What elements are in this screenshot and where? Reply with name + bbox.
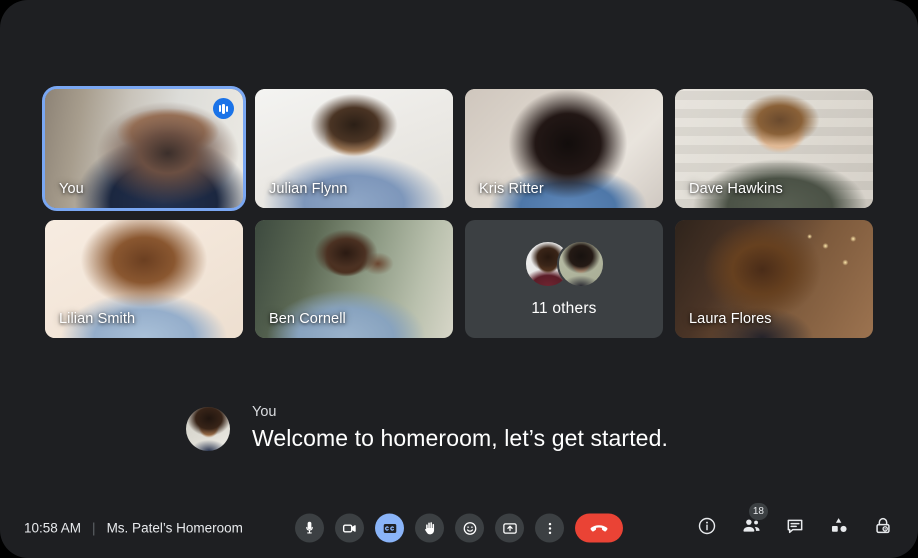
raised-hand-icon [422, 520, 438, 536]
host-controls-button[interactable] [868, 513, 898, 543]
video-tile-julian-flynn[interactable]: Julian Flynn [255, 89, 453, 208]
info-circle-icon [697, 516, 717, 541]
present-screen-icon [502, 520, 518, 536]
participant-name-label: Kris Ritter [479, 180, 544, 197]
participant-name-label: You [59, 180, 84, 197]
participant-name-label: Lilian Smith [59, 311, 136, 327]
raise-hand-button[interactable] [415, 513, 444, 543]
caption-speaker-name: You [252, 404, 277, 420]
right-toolbar: 18 [692, 503, 898, 543]
video-tile-overflow-others[interactable]: 11 others [465, 219, 663, 338]
bottom-toolbar: 10:58 AM | Ms. Patel’s Homeroom 18 [0, 498, 918, 558]
camera-button[interactable] [335, 513, 364, 543]
video-tile-laura-flores[interactable]: Laura Flores [675, 219, 873, 338]
video-tile-grid: You Julian Flynn Kris Ritter Dave Hawkin… [42, 86, 873, 338]
present-screen-button[interactable] [495, 513, 524, 543]
closed-captions-icon [382, 520, 398, 536]
activities-shapes-icon [829, 515, 850, 541]
caption-speaker-avatar [186, 407, 230, 451]
video-tile-ben-cornell[interactable]: Ben Cornell [255, 219, 453, 338]
meeting-window: You Julian Flynn Kris Ritter Dave Hawkin… [0, 0, 918, 558]
end-call-phone-icon [588, 517, 610, 539]
activities-button[interactable] [824, 513, 854, 543]
emoji-smiley-icon [462, 520, 478, 536]
participant-name-label: Dave Hawkins [689, 180, 783, 197]
meeting-info: 10:58 AM | Ms. Patel’s Homeroom [24, 521, 243, 536]
more-vertical-icon [542, 520, 558, 536]
microphone-icon [302, 521, 317, 536]
overflow-avatar-stack [523, 239, 605, 288]
more-options-button[interactable] [535, 513, 564, 543]
participants-button[interactable]: 18 [736, 503, 768, 543]
meeting-name: Ms. Patel’s Homeroom [106, 520, 243, 536]
caption-transcript: Welcome to homeroom, let’s get started. [252, 425, 668, 451]
overflow-avatar-2 [556, 239, 605, 288]
info-divider: | [92, 520, 96, 536]
live-caption: You Welcome to homeroom, let’s get start… [186, 403, 668, 453]
participants-count-badge: 18 [748, 503, 768, 520]
current-time: 10:58 AM [24, 520, 82, 536]
caption-text-block: You Welcome to homeroom, let’s get start… [252, 403, 668, 453]
chat-button[interactable] [780, 513, 810, 543]
captions-button[interactable] [375, 513, 404, 543]
participant-name-label: Julian Flynn [269, 180, 348, 197]
reactions-button[interactable] [455, 513, 484, 543]
chat-bubble-icon [785, 516, 805, 541]
meeting-details-button[interactable] [692, 513, 722, 543]
participant-name-label: Ben Cornell [269, 311, 346, 327]
overflow-count-label: 11 others [531, 299, 597, 317]
lock-host-icon [873, 516, 893, 541]
microphone-button[interactable] [295, 513, 324, 543]
video-tile-kris-ritter[interactable]: Kris Ritter [465, 89, 663, 208]
video-tile-lilian-smith[interactable]: Lilian Smith [45, 219, 243, 338]
participant-name-label: Laura Flores [689, 311, 772, 327]
video-tile-dave-hawkins[interactable]: Dave Hawkins [675, 89, 873, 208]
end-call-button[interactable] [575, 513, 623, 543]
video-tile-you[interactable]: You [42, 86, 246, 211]
audio-level-badge [213, 98, 234, 119]
video-camera-icon [342, 520, 358, 536]
call-controls [295, 513, 623, 543]
